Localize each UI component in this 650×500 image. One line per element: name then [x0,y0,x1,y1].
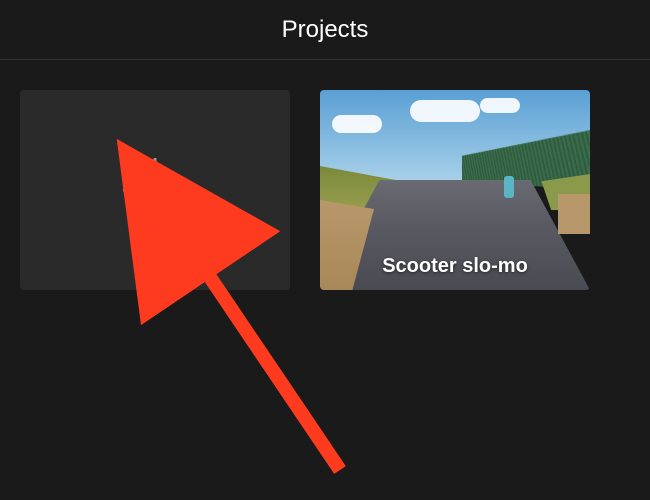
project-title: Scooter slo-mo [320,255,590,278]
projects-header: Projects [0,0,650,60]
plus-icon [115,150,195,230]
new-project-button[interactable] [20,90,290,290]
project-item[interactable]: Scooter slo-mo [320,90,590,290]
project-thumbnail: Scooter slo-mo [320,90,590,290]
projects-grid: Scooter slo-mo [0,60,650,320]
page-title: Projects [282,16,369,44]
